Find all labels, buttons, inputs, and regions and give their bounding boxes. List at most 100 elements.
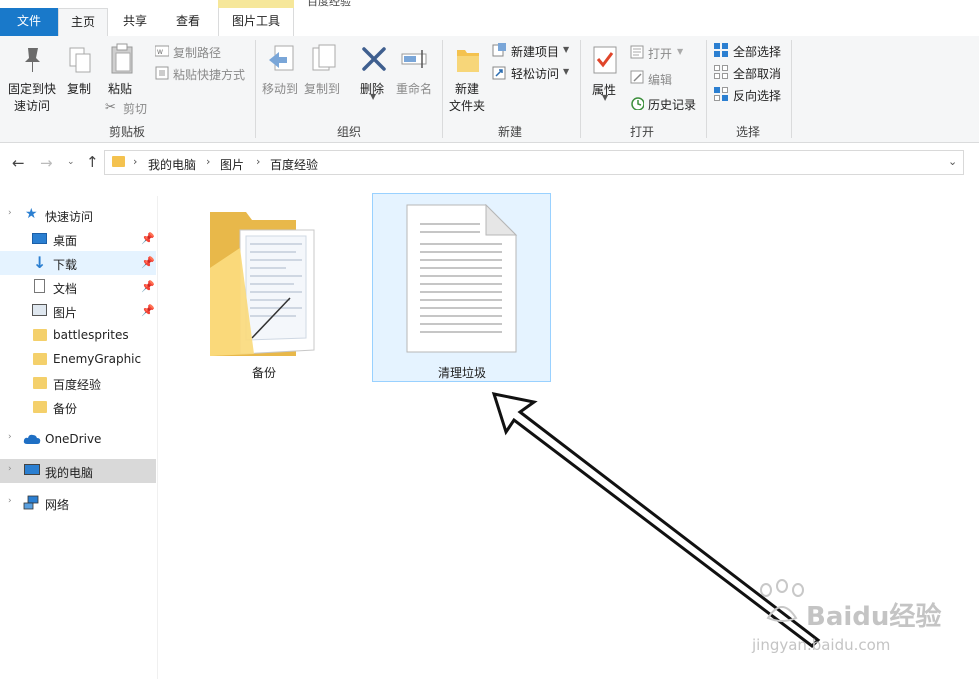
ribbon-separator — [255, 40, 256, 138]
nav-network[interactable]: › 网络 — [0, 491, 156, 515]
open-button[interactable]: 打开 — [648, 45, 672, 62]
ribbon-separator — [442, 40, 443, 138]
nav-item-documents[interactable]: 文档 📌 — [0, 275, 156, 299]
breadcrumb-current[interactable]: 百度经验 — [270, 156, 318, 173]
nav-item-desktop[interactable]: 桌面 📌 — [0, 227, 156, 251]
back-arrow-icon[interactable]: ← — [12, 154, 25, 172]
baidu-paw-logo-icon — [760, 579, 804, 622]
nav-item-label: 快速访问 — [45, 210, 94, 224]
pin-icon — [25, 48, 40, 72]
ribbon-separator — [706, 40, 707, 138]
pin-icon[interactable]: 📌 — [141, 256, 155, 269]
forward-arrow-icon[interactable]: → — [40, 154, 53, 172]
select-none-button[interactable]: 全部取消 — [733, 65, 781, 82]
history-button[interactable]: 历史记录 — [648, 96, 696, 113]
copy-path-button[interactable]: 复制路径 — [173, 44, 221, 61]
open-icon — [630, 45, 644, 59]
breadcrumb-separator[interactable]: › — [133, 155, 137, 168]
nav-item-folder[interactable]: EnemyGraphic — [0, 347, 156, 371]
folder-icon — [33, 401, 47, 413]
svg-text:W: W — [157, 49, 163, 56]
nav-this-pc[interactable]: › 我的电脑 — [0, 459, 156, 483]
invert-selection-icon — [714, 87, 728, 101]
open-dropdown-icon[interactable]: ▼ — [677, 47, 683, 56]
pin-icon[interactable]: 📌 — [141, 304, 155, 317]
nav-item-label: 桌面 — [53, 234, 78, 248]
breadcrumb-this-pc[interactable]: 我的电脑 — [148, 156, 196, 173]
up-arrow-icon[interactable]: ↑ — [86, 153, 99, 171]
paste-shortcut-icon — [155, 66, 169, 80]
group-label-organize: 组织 — [337, 125, 362, 139]
nav-item-folder[interactable]: 备份 — [0, 395, 156, 419]
chevron-right-icon[interactable]: › — [8, 496, 12, 506]
new-folder-button[interactable]: 新建 — [455, 80, 479, 97]
copy-to-button[interactable]: 复制到 — [304, 80, 340, 97]
folder-with-documents-icon — [210, 212, 315, 356]
tab-share[interactable]: 共享 — [110, 8, 160, 36]
watermark-brand: Baidu经验 — [806, 602, 942, 632]
folder-icon — [112, 156, 125, 167]
breadcrumb-separator[interactable]: › — [256, 155, 260, 168]
new-item-icon — [492, 43, 506, 57]
folder-icon — [33, 377, 47, 389]
tab-picture-tools[interactable]: 图片工具 — [218, 8, 294, 36]
breadcrumb-pictures[interactable]: 图片 — [220, 156, 244, 173]
cut-icon: ✂ — [105, 100, 116, 115]
group-label-select: 选择 — [736, 125, 761, 139]
move-to-icon — [269, 45, 294, 71]
new-item-button[interactable]: 新建项目 — [511, 43, 559, 60]
group-label-open: 打开 — [630, 125, 655, 139]
chevron-right-icon[interactable]: › — [8, 432, 12, 442]
new-folder-line2: 文件夹 — [449, 99, 486, 113]
nav-item-folder[interactable]: battlesprites — [0, 323, 156, 347]
title-strip — [0, 0, 979, 8]
desktop-icon — [32, 233, 47, 244]
nav-item-pictures[interactable]: 图片 📌 — [0, 299, 156, 323]
nav-item-label: OneDrive — [45, 432, 102, 446]
nav-onedrive[interactable]: › OneDrive — [0, 427, 156, 451]
invert-selection-button[interactable]: 反向选择 — [733, 87, 781, 104]
easy-access-button[interactable]: 轻松访问 — [511, 65, 559, 82]
paste-button[interactable]: 粘贴 — [108, 80, 132, 97]
cloud-icon — [23, 434, 41, 444]
nav-quick-access[interactable]: › ★ 快速访问 — [0, 203, 156, 227]
select-all-button[interactable]: 全部选择 — [733, 43, 781, 60]
rename-icon — [401, 50, 427, 68]
delete-icon — [362, 47, 386, 71]
cut-button[interactable]: 剪切 — [123, 100, 147, 117]
pin-quick-access-button[interactable]: 固定到快 — [8, 80, 56, 97]
recent-locations-icon[interactable]: ⌄ — [67, 157, 75, 167]
properties-icon — [593, 46, 617, 74]
new-item-dropdown-icon[interactable]: ▼ — [563, 45, 569, 54]
tab-home[interactable]: 主页 — [58, 8, 108, 37]
breadcrumb-separator[interactable]: › — [206, 155, 210, 168]
copy-button[interactable]: 复制 — [67, 80, 91, 97]
chevron-right-icon[interactable]: › — [8, 464, 12, 474]
select-all-icon — [714, 43, 728, 57]
ribbon-separator — [580, 40, 581, 138]
nav-item-folder[interactable]: 百度经验 — [0, 371, 156, 395]
rename-button[interactable]: 重命名 — [396, 80, 432, 97]
ribbon-separator — [791, 40, 792, 138]
tab-file[interactable]: 文件 — [0, 8, 58, 36]
address-dropdown-icon[interactable]: ⌄ — [948, 155, 957, 168]
star-icon: ★ — [25, 206, 38, 222]
nav-item-downloads[interactable]: ↓ 下载 📌 — [0, 251, 156, 275]
nav-item-label: 百度经验 — [53, 378, 102, 392]
pin-icon[interactable]: 📌 — [141, 280, 155, 293]
edit-button[interactable]: 编辑 — [648, 71, 672, 88]
text-document-icon — [406, 204, 518, 353]
nav-item-label: 文档 — [53, 282, 78, 296]
chevron-right-icon[interactable]: › — [8, 208, 12, 218]
delete-dropdown-icon[interactable]: ▼ — [370, 92, 376, 101]
history-icon — [631, 97, 644, 110]
tab-view[interactable]: 查看 — [162, 8, 214, 36]
properties-dropdown-icon[interactable]: ▼ — [602, 93, 608, 102]
watermark-url: jingyan.baidu.com — [752, 636, 891, 654]
move-to-button[interactable]: 移动到 — [262, 80, 298, 97]
paste-shortcut-button[interactable]: 粘贴快捷方式 — [173, 66, 245, 83]
select-none-icon — [714, 65, 728, 79]
context-tab-header — [218, 0, 294, 8]
pin-icon[interactable]: 📌 — [141, 232, 155, 245]
easy-access-dropdown-icon[interactable]: ▼ — [563, 67, 569, 76]
